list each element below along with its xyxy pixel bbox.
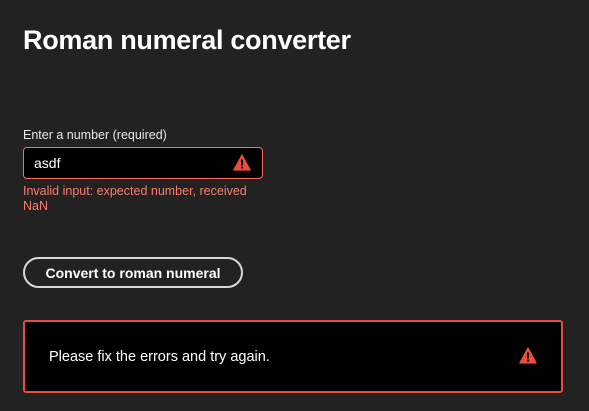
number-field-label: Enter a number (required) [23, 128, 167, 142]
number-input-error: Invalid input: expected number, received… [23, 184, 247, 213]
number-input[interactable] [34, 148, 224, 177]
error-banner-message: Please fix the errors and try again. [49, 349, 270, 365]
warning-icon [233, 154, 251, 171]
page-title: Roman numeral converter [23, 25, 351, 55]
convert-button[interactable]: Convert to roman numeral [23, 257, 243, 288]
warning-icon [519, 347, 537, 364]
error-banner: Please fix the errors and try again. [23, 320, 563, 393]
number-input-wrapper [23, 147, 263, 179]
